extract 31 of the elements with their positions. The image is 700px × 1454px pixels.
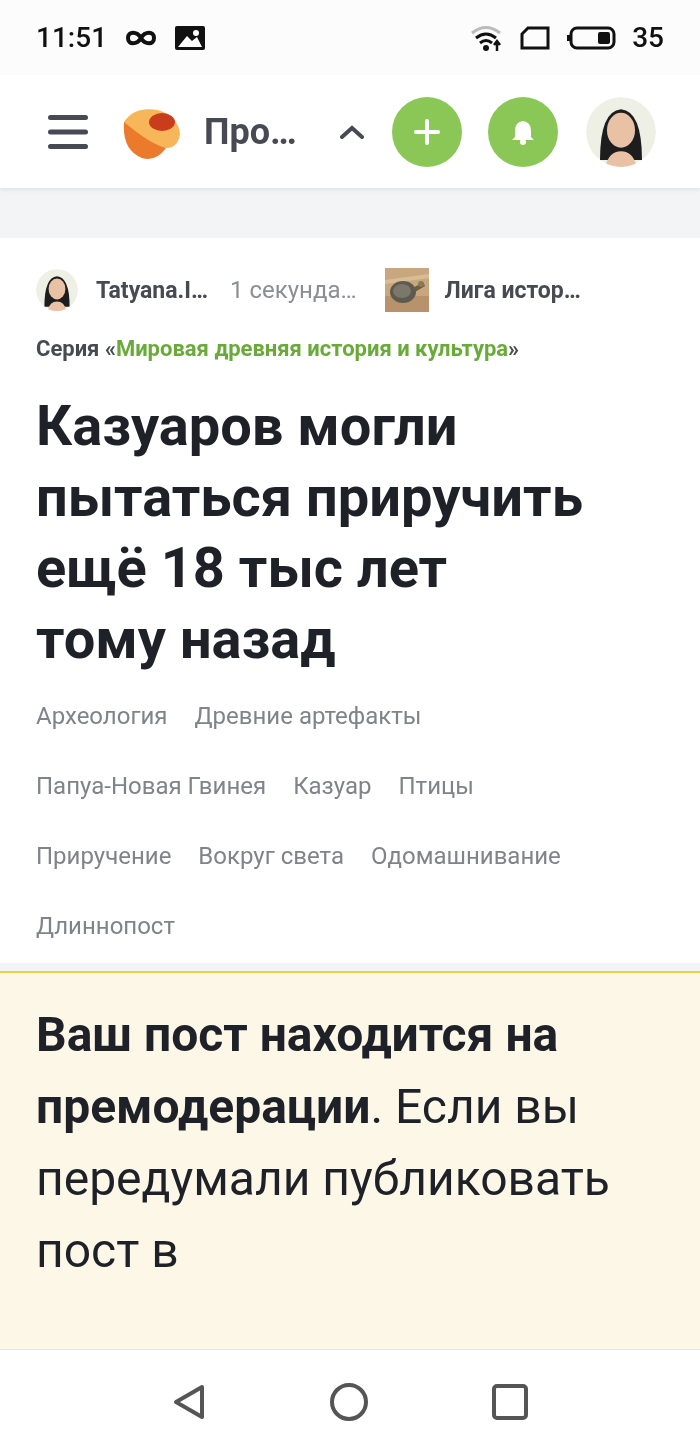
moderation-message: Ваш пост находится на премодерации. Если вы передумали публиковать пост в bbox=[36, 1005, 611, 1281]
author-avatar[interactable] bbox=[36, 269, 78, 311]
battery-percentage: 35 bbox=[632, 21, 664, 54]
tag-link[interactable]: Одомашнивание bbox=[371, 841, 561, 871]
tag-link[interactable]: Казуар bbox=[293, 771, 372, 801]
caret-icon[interactable] bbox=[340, 124, 364, 139]
tag-link[interactable]: Папуа-Новая Гвинея bbox=[36, 771, 267, 801]
image-icon bbox=[175, 25, 206, 50]
post-time: 1 секунда… bbox=[230, 276, 357, 304]
author-name[interactable]: Tatyana.I… bbox=[96, 276, 208, 304]
sim-card-icon bbox=[520, 25, 551, 50]
site-title[interactable]: Про… bbox=[204, 110, 297, 153]
tag-link[interactable]: Длиннопост bbox=[36, 911, 175, 941]
tag-link[interactable]: Вокруг света bbox=[198, 841, 344, 871]
back-icon[interactable] bbox=[171, 1384, 206, 1420]
post-title: Казуаров могли пытаться приручить ещё 18 тыс лет тому назад bbox=[36, 392, 584, 674]
menu-icon[interactable] bbox=[48, 114, 88, 149]
avatar-icon[interactable] bbox=[586, 96, 656, 167]
plus-icon bbox=[414, 118, 440, 145]
series-line: Серия «Мировая древняя история и культура» bbox=[36, 336, 521, 361]
recent-apps-icon[interactable] bbox=[492, 1384, 529, 1420]
home-icon[interactable] bbox=[329, 1382, 369, 1422]
bell-icon bbox=[511, 118, 535, 145]
clock-time: 11:51 bbox=[36, 21, 108, 54]
tag-link[interactable]: Приручение bbox=[36, 841, 172, 871]
community-name[interactable]: Лига истор… bbox=[444, 276, 581, 304]
series-link[interactable]: Мировая древняя история и культура bbox=[115, 336, 509, 361]
battery-icon bbox=[566, 25, 617, 50]
tag-link[interactable]: Древние артефакты bbox=[194, 701, 422, 731]
tag-link[interactable]: Птицы bbox=[398, 771, 474, 801]
tag-link[interactable]: Археология bbox=[36, 701, 168, 731]
